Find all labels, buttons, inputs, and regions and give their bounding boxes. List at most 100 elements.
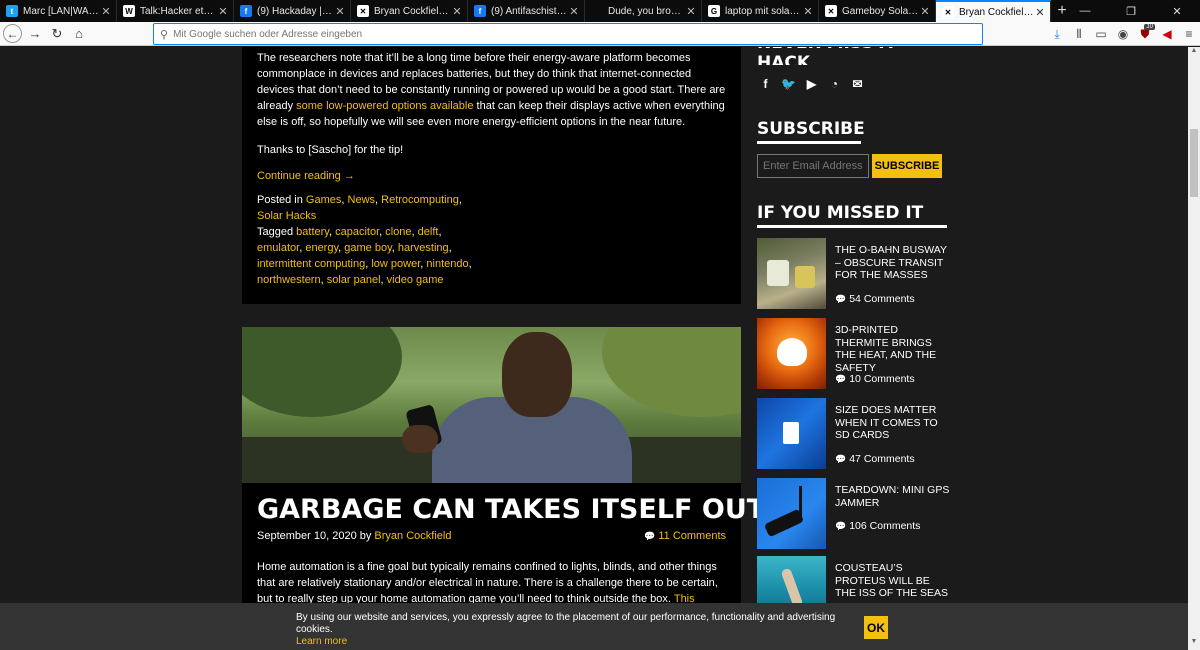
- scroll-thumb[interactable]: [1190, 129, 1198, 197]
- tab[interactable]: f (9) Hackaday | Facebook✕: [234, 0, 351, 22]
- tag-link[interactable]: harvesting: [398, 242, 449, 254]
- extension-icon[interactable]: ◀: [1156, 23, 1178, 45]
- tab[interactable]: ✕Gameboy Solar | Search✕: [819, 0, 936, 22]
- account-icon[interactable]: ◉: [1112, 23, 1134, 45]
- subscribe-button[interactable]: SUBSCRIBE: [872, 154, 942, 178]
- back-icon[interactable]: ←: [3, 24, 22, 43]
- tab[interactable]: f (9) Antifaschistische Mu✕: [468, 0, 585, 22]
- email-icon[interactable]: ✉: [849, 75, 866, 92]
- missed-item-title[interactable]: 3D-Printed Thermite Brings The Heat, And…: [835, 324, 950, 374]
- tag-link[interactable]: battery: [296, 226, 329, 238]
- missed-item-title[interactable]: Size Does Matter When It Comes To SD Car…: [835, 404, 950, 442]
- tab[interactable]: ✕Bryan Cockfield | Hackad✕: [936, 0, 1051, 22]
- tag-link[interactable]: low power: [371, 258, 420, 270]
- menu-icon[interactable]: ≡: [1178, 23, 1200, 45]
- hackaday-icon: ✕: [942, 6, 954, 18]
- tag-link[interactable]: northwestern: [257, 274, 321, 286]
- reload-icon[interactable]: ↻: [46, 23, 68, 45]
- forward-icon[interactable]: →: [24, 23, 46, 45]
- tab[interactable]: Dude, you broke the futu✕: [585, 0, 702, 22]
- article-card: GARBAGE CAN TAKES ITSELF OUT September 1…: [242, 327, 765, 650]
- facebook-icon[interactable]: f: [757, 75, 774, 92]
- scroll-up-icon[interactable]: ▲: [1188, 47, 1200, 59]
- low-power-options-link[interactable]: some low-powered options available: [296, 100, 473, 112]
- missed-item-comments[interactable]: 💬 54 Comments: [835, 293, 915, 305]
- bus-shape: [767, 260, 789, 286]
- sidebar-icon[interactable]: ▭: [1090, 23, 1112, 45]
- library-icon[interactable]: ⫴: [1068, 23, 1090, 45]
- category-link[interactable]: News: [348, 194, 376, 206]
- page-scrollbar[interactable]: ▲ ▼: [1188, 47, 1200, 650]
- article-hero-image[interactable]: [242, 327, 741, 483]
- cookie-banner: By using our website and services, you e…: [0, 603, 1188, 650]
- close-tab-icon[interactable]: ✕: [451, 5, 463, 18]
- tag-link[interactable]: emulator: [257, 242, 299, 254]
- comments-link[interactable]: 💬 11 Comments: [644, 530, 726, 542]
- close-tab-icon[interactable]: ✕: [919, 5, 931, 18]
- category-link[interactable]: Games: [306, 194, 341, 206]
- toolbar-right: ⤓ ⫴ ▭ ◉ ⛊ 10 ◀ ≡: [1046, 22, 1200, 46]
- close-tab-icon[interactable]: ✕: [1034, 6, 1046, 19]
- tag-link[interactable]: intermittent computing: [257, 258, 365, 270]
- scroll-down-icon[interactable]: ▼: [1188, 638, 1200, 650]
- tab-title: Gameboy Solar | Search: [842, 5, 919, 17]
- tab[interactable]: ✕Bryan Cockfield | Hackada✕: [351, 0, 468, 22]
- tag-link[interactable]: video game: [387, 274, 444, 286]
- missed-item-comments[interactable]: 💬 47 Comments: [835, 453, 915, 465]
- download-icon[interactable]: ⤓: [1046, 23, 1068, 45]
- tab[interactable]: t Marc [LAN|WAN]dolt ju✕: [0, 0, 117, 22]
- missed-item-comments[interactable]: 💬 106 Comments: [835, 520, 920, 532]
- sd-card-thumbnail[interactable]: [757, 398, 826, 469]
- close-window-icon[interactable]: ✕: [1154, 0, 1200, 22]
- tag-link[interactable]: clone: [385, 226, 411, 238]
- list-item[interactable]: The O-Bahn Busway – Obscure Transit For …: [757, 238, 947, 318]
- tab[interactable]: W Talk:Hacker ethic - Wikip✕: [117, 0, 234, 22]
- email-field[interactable]: [757, 154, 869, 178]
- rss-icon[interactable]: ◔: [826, 75, 843, 92]
- missed-item-title[interactable]: Cousteau’s Proteus Will Be The ISS Of Th…: [835, 562, 950, 600]
- home-icon[interactable]: ⌂: [68, 23, 90, 45]
- close-tab-icon[interactable]: ✕: [685, 5, 697, 18]
- list-item[interactable]: 3D-Printed Thermite Brings The Heat, And…: [757, 318, 947, 398]
- missed-item-title[interactable]: The O-Bahn Busway – Obscure Transit For …: [835, 244, 950, 282]
- ublock-icon[interactable]: ⛊ 10: [1134, 23, 1156, 45]
- close-tab-icon[interactable]: ✕: [100, 5, 112, 18]
- twitter-icon[interactable]: 🐦: [780, 75, 797, 92]
- url-bar[interactable]: ⚲: [153, 23, 983, 45]
- missed-item-title[interactable]: Teardown: Mini GPS Jammer: [835, 484, 950, 509]
- gps-jammer-thumbnail[interactable]: [757, 478, 826, 549]
- antenna-shape: [799, 486, 802, 516]
- missed-item-comments[interactable]: 💬 10 Comments: [835, 373, 915, 385]
- author-link[interactable]: Bryan Cockfield: [374, 530, 451, 542]
- tagged-label: Tagged: [257, 226, 297, 238]
- cookie-ok-button[interactable]: OK: [864, 616, 888, 639]
- category-link[interactable]: Solar Hacks: [257, 210, 316, 222]
- learn-more-link[interactable]: Learn more: [296, 636, 347, 647]
- close-tab-icon[interactable]: ✕: [802, 5, 814, 18]
- search-icon: ⚲: [160, 28, 169, 41]
- category-link[interactable]: Retrocomputing: [381, 194, 459, 206]
- list-item[interactable]: Size Does Matter When It Comes To SD Car…: [757, 398, 947, 478]
- url-input[interactable]: [173, 28, 954, 40]
- tag-link[interactable]: energy: [305, 242, 338, 254]
- close-tab-icon[interactable]: ✕: [217, 5, 229, 18]
- close-tab-icon[interactable]: ✕: [568, 5, 580, 18]
- tag-link[interactable]: capacitor: [335, 226, 379, 238]
- obahn-thumbnail[interactable]: [757, 238, 826, 309]
- thermite-thumbnail[interactable]: [757, 318, 826, 389]
- tag-link[interactable]: game boy: [344, 242, 392, 254]
- article-title[interactable]: GARBAGE CAN TAKES ITSELF OUT: [257, 494, 765, 525]
- youtube-icon[interactable]: ▶: [803, 75, 820, 92]
- comments-count: 47 Comments: [849, 453, 915, 465]
- hand-shape: [402, 425, 438, 453]
- continue-reading-link[interactable]: Continue reading →: [257, 170, 726, 182]
- article-paragraph: The researchers note that it’ll be a lon…: [257, 47, 726, 130]
- tag-link[interactable]: nintendo: [426, 258, 468, 270]
- minimize-icon[interactable]: —: [1062, 0, 1108, 22]
- maximize-icon[interactable]: ❐: [1108, 0, 1154, 22]
- tag-link[interactable]: delft: [418, 226, 439, 238]
- tag-link[interactable]: solar panel: [327, 274, 381, 286]
- tab[interactable]: Glaptop mit solarzelle – Go✕: [702, 0, 819, 22]
- close-tab-icon[interactable]: ✕: [334, 5, 346, 18]
- list-item[interactable]: Teardown: Mini GPS Jammer 💬 106 Comments: [757, 478, 950, 556]
